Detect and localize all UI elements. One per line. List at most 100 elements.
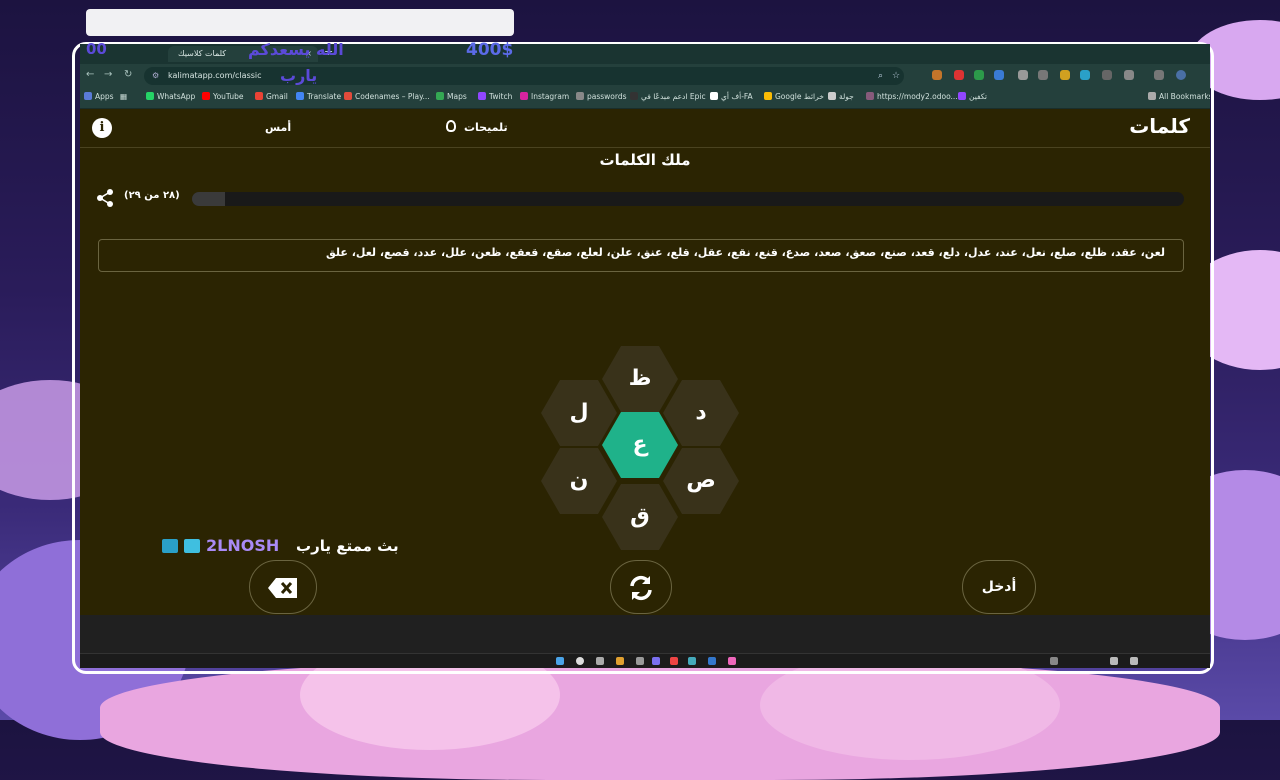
url-text: kalimatapp.com/classic	[168, 71, 262, 80]
bookmark-odoo[interactable]: https://mody2.odoo...	[866, 92, 958, 101]
forward-icon[interactable]: →	[104, 69, 112, 80]
app-icon[interactable]	[728, 657, 736, 665]
tray-chevron-icon[interactable]	[1050, 657, 1058, 665]
lightbulb-icon[interactable]	[446, 120, 456, 132]
volume-icon[interactable]	[1130, 657, 1138, 665]
wifi-icon[interactable]	[1110, 657, 1118, 665]
reading-list-icon[interactable]	[1154, 70, 1164, 80]
bookmark-google-maps[interactable]: Google خرائط	[764, 92, 824, 101]
bookmark-twitch[interactable]: Twitch	[478, 92, 512, 101]
bookmark-epic[interactable]: ادعم مبدعًا في Epic	[630, 92, 706, 101]
bookmark-whatsapp[interactable]: WhatsApp	[146, 92, 195, 101]
explorer-icon[interactable]	[616, 657, 624, 665]
extension-icon[interactable]	[994, 70, 1004, 80]
grid-icon	[184, 539, 200, 553]
reload-icon[interactable]: ↻	[124, 69, 132, 80]
epic-icon	[630, 92, 638, 100]
bookmark-star-icon[interactable]: ☆	[892, 67, 900, 85]
profile-avatar[interactable]	[1176, 70, 1186, 80]
hex-letter-top-left[interactable]: ل	[541, 380, 617, 446]
backspace-icon	[268, 578, 297, 598]
codenames-icon	[344, 92, 352, 100]
overlay-blank-bar	[86, 9, 514, 36]
translate-icon	[296, 92, 304, 100]
instagram-icon	[520, 92, 528, 100]
hex-letter-center[interactable]: ع	[602, 412, 678, 478]
tab-title: كلمات كلاسيك	[178, 49, 227, 58]
shuffle-button[interactable]	[610, 560, 672, 614]
page-bottom-area	[80, 615, 1210, 653]
share-icon[interactable]	[96, 189, 114, 207]
back-icon[interactable]: ←	[86, 69, 94, 80]
stream-handle: 2LNOSH	[206, 536, 280, 555]
bookmark-tour[interactable]: جولة	[828, 92, 854, 101]
password-icon	[576, 92, 584, 100]
hints-link[interactable]: تلميحات	[464, 121, 508, 134]
zoom-icon[interactable]: ⌕	[878, 67, 883, 85]
extension-icon[interactable]	[932, 70, 942, 80]
odoo-icon	[866, 92, 874, 100]
bookmark-instagram[interactable]: Instagram	[520, 92, 569, 101]
whatsapp-icon	[146, 92, 154, 100]
rank-title: ملك الكلمات	[599, 151, 691, 169]
refresh-icon	[630, 575, 652, 601]
hex-letter-bottom[interactable]: ق	[602, 484, 678, 550]
twitch-icon	[958, 92, 966, 100]
google-maps-icon	[764, 92, 772, 100]
discord-icon[interactable]	[652, 657, 660, 665]
apps-icon	[84, 92, 92, 100]
task-view-icon[interactable]	[596, 657, 604, 665]
chrome-icon[interactable]	[670, 657, 678, 665]
yesterday-link[interactable]: أمس	[265, 121, 291, 134]
browser-window: كلمات كلاسيك × + ← → ↻ ⚙ kalimatapp.com/…	[80, 44, 1210, 668]
stream-banner: 2LNOSH بث ممتع يارب	[162, 536, 402, 558]
maps-icon	[436, 92, 444, 100]
bookmark-passwords[interactable]: passwords	[576, 92, 627, 101]
bookmark-fa[interactable]: أف أي-FA	[710, 92, 753, 101]
extension-icon[interactable]	[1080, 70, 1090, 80]
extension-icon[interactable]	[954, 70, 964, 80]
bookmark-youtube[interactable]: YouTube	[202, 92, 244, 101]
overlay-thanks-line1: الله يسعدكم	[248, 40, 344, 59]
folder-icon	[1148, 92, 1156, 100]
found-words-list[interactable]: لعن، عقد، ظلع، صلع، نعل، عند، عدل، دلع، …	[98, 239, 1184, 272]
found-count: (٢٨ من ٢٩)	[124, 190, 180, 201]
app-icon[interactable]	[636, 657, 644, 665]
apps-grid-icon[interactable]: ▦	[120, 92, 127, 101]
overlay-money: 400$	[466, 40, 514, 60]
progress-fill	[192, 192, 226, 206]
extension-icon[interactable]	[974, 70, 984, 80]
search-icon[interactable]	[576, 657, 584, 665]
hex-letter-bottom-left[interactable]: ن	[541, 448, 617, 514]
overlay-tag: 00	[86, 40, 107, 58]
youtube-icon	[202, 92, 210, 100]
start-icon[interactable]	[556, 657, 564, 665]
app-logo: كلمات	[1129, 114, 1190, 138]
hex-letter-bottom-right[interactable]: ص	[663, 448, 739, 514]
delete-button[interactable]	[249, 560, 317, 614]
bookmark-translate[interactable]: Translate	[296, 92, 341, 101]
enter-button[interactable]: أدخل	[962, 560, 1036, 614]
toolbar: ← → ↻ ⚙ kalimatapp.com/classic ⌕ ☆	[80, 64, 1210, 88]
info-icon[interactable]: i	[92, 118, 112, 138]
arrow-icon	[162, 539, 178, 553]
extension-icon[interactable]	[1060, 70, 1070, 80]
bookmark-apps[interactable]: Apps	[84, 92, 114, 101]
address-bar[interactable]: ⚙ kalimatapp.com/classic ⌕ ☆	[144, 67, 904, 85]
extension-icon[interactable]	[1038, 70, 1048, 80]
site-info-icon[interactable]: ⚙	[152, 67, 159, 85]
mute-icon[interactable]	[1018, 70, 1028, 80]
twitch-icon	[478, 92, 486, 100]
gmail-icon	[255, 92, 263, 100]
bookmark-gmail[interactable]: Gmail	[255, 92, 288, 101]
hex-letter-top[interactable]: ظ	[602, 346, 678, 412]
app-icon[interactable]	[708, 657, 716, 665]
extensions-puzzle-icon[interactable]	[1124, 70, 1134, 80]
extension-icon[interactable]	[1102, 70, 1112, 80]
bookmark-takfeen[interactable]: تكفين	[958, 92, 987, 101]
bookmark-codenames[interactable]: Codenames – Play...	[344, 92, 430, 101]
bookmark-maps[interactable]: Maps	[436, 92, 467, 101]
hex-letter-top-right[interactable]: د	[663, 380, 739, 446]
app-icon[interactable]	[688, 657, 696, 665]
all-bookmarks[interactable]: All Bookmarks	[1148, 92, 1210, 101]
